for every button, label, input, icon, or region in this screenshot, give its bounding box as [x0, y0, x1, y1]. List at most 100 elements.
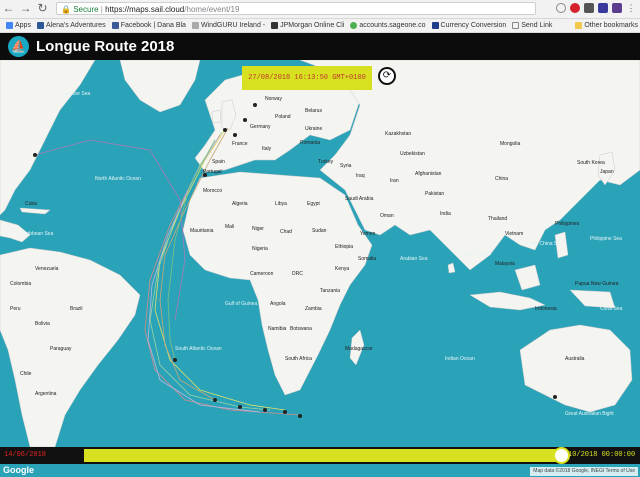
- boat-marker[interactable]: [243, 118, 247, 122]
- bookmark-item[interactable]: WindGURU Ireland -: [191, 22, 265, 29]
- bookmark-icon: [431, 22, 439, 29]
- country-label: Madagascar: [345, 346, 373, 352]
- country-label: Nigeria: [252, 246, 268, 252]
- country-label: Algeria: [232, 201, 248, 207]
- country-label: India: [440, 211, 451, 217]
- country-label: Germany: [250, 124, 271, 130]
- country-label: Japan: [600, 169, 614, 175]
- boat-marker[interactable]: [283, 410, 287, 414]
- boat-marker[interactable]: [298, 414, 302, 418]
- boat-marker[interactable]: [173, 358, 177, 362]
- sea-label: Arabian Sea: [400, 256, 428, 262]
- extension-icon[interactable]: [598, 3, 608, 13]
- country-label: Malaysia: [495, 261, 515, 267]
- sailboat-logo-icon[interactable]: ⛵: [8, 36, 29, 57]
- country-label: Ethiopia: [335, 244, 353, 250]
- url-path: /home/event/19: [184, 5, 240, 14]
- timeline-start: 14/06/2018 00:00:00: [4, 451, 47, 472]
- map-footer: Google Map data ©2018 Google, INEGI Term…: [0, 464, 640, 477]
- url-host: https://maps.sail.cloud: [105, 5, 185, 14]
- country-label: Philippines: [555, 221, 580, 227]
- bookmark-item[interactable]: Currency Conversion: [431, 22, 506, 29]
- country-label: Australia: [565, 356, 585, 362]
- boat-marker[interactable]: [238, 405, 242, 409]
- bookmark-item[interactable]: Facebook | Dana Bla: [111, 22, 186, 29]
- folder-icon: [575, 22, 583, 29]
- country-label: Romania: [300, 140, 320, 146]
- facebook-icon: [111, 22, 119, 29]
- country-label: Namibia: [268, 326, 287, 332]
- bookmark-item[interactable]: Send Link: [512, 22, 552, 29]
- bookmark-item[interactable]: Alena's Adventures: [36, 22, 106, 29]
- country-label: Botswana: [290, 326, 312, 332]
- country-label: Brazil: [70, 306, 83, 312]
- document-icon: [512, 22, 520, 29]
- sea-label: Great Australian Bight: [565, 411, 614, 417]
- sea-label: Gulf of Guinea: [225, 301, 257, 307]
- country-label: France: [232, 141, 248, 147]
- timeline-slider[interactable]: [84, 449, 564, 462]
- bookmark-item[interactable]: accounts.sageone.co: [350, 22, 426, 29]
- country-label: Sudan: [312, 228, 327, 234]
- google-logo[interactable]: Google: [3, 464, 34, 477]
- country-label: Iran: [390, 178, 399, 184]
- bookmark-apps[interactable]: Apps: [6, 22, 31, 29]
- sea-label: South Atlantic Ocean: [175, 346, 222, 352]
- boat-marker[interactable]: [253, 103, 257, 107]
- page-title: Longue Route 2018: [36, 38, 175, 55]
- country-label: Italy: [262, 146, 272, 152]
- country-label: Paraguay: [50, 346, 72, 352]
- sea-label: Bay of Bengal: [460, 251, 491, 257]
- replay-icon[interactable]: ⟳: [378, 67, 396, 85]
- country-label: Mauritania: [190, 228, 214, 234]
- boat-marker[interactable]: [553, 395, 557, 399]
- country-label: Venezuela: [35, 266, 59, 272]
- boat-marker[interactable]: [263, 408, 267, 412]
- bookmark-icon: [191, 22, 199, 29]
- forward-icon[interactable]: →: [19, 2, 32, 15]
- country-label: Pakistan: [425, 191, 444, 197]
- country-label: Belarus: [305, 108, 322, 114]
- country-label: Afghanistan: [415, 171, 442, 177]
- country-label: Papua New Guinea: [575, 281, 619, 287]
- country-label: Chile: [20, 371, 32, 377]
- url-input[interactable]: 🔒 Secure | https://maps.sail.cloud/home/…: [56, 2, 536, 15]
- secure-label: Secure: [73, 5, 99, 14]
- star-icon[interactable]: [556, 3, 566, 13]
- sea-label: Labrador Sea: [60, 91, 91, 97]
- boat-marker[interactable]: [213, 398, 217, 402]
- land-ireland: [211, 109, 222, 124]
- country-label: Morocco: [203, 188, 222, 194]
- map-attribution[interactable]: Map data ©2018 Google, INEGI Terms of Us…: [530, 467, 638, 476]
- country-label: Thailand: [488, 216, 507, 222]
- pinterest-icon[interactable]: [570, 3, 580, 13]
- extension-icon[interactable]: [584, 3, 594, 13]
- boat-marker[interactable]: [33, 153, 37, 157]
- boat-marker[interactable]: [223, 128, 227, 132]
- bookmark-item[interactable]: JPMorgan Online Cli: [271, 22, 344, 29]
- country-label: Kazakhstan: [385, 131, 411, 137]
- country-label: Mali: [225, 224, 234, 230]
- bookmark-icon: [36, 22, 44, 29]
- country-label: Mongolia: [500, 141, 521, 147]
- country-label: Kenya: [335, 266, 349, 272]
- country-label: Tanzania: [320, 288, 340, 294]
- world-map[interactable]: Labrador Sea North Atlantic Ocean Caribb…: [0, 60, 640, 447]
- bookmark-icon: [350, 22, 358, 29]
- map-view[interactable]: Labrador Sea North Atlantic Ocean Caribb…: [0, 60, 640, 447]
- country-label: Portugal: [203, 169, 222, 175]
- country-label: Niger: [252, 226, 264, 232]
- menu-icon[interactable]: ⋮: [626, 3, 636, 13]
- other-bookmarks[interactable]: Other bookmarks: [575, 22, 638, 29]
- reload-icon[interactable]: ↻: [36, 2, 49, 15]
- country-label: Iraq: [356, 173, 365, 179]
- country-label: Ukraine: [305, 126, 322, 132]
- boat-marker[interactable]: [233, 133, 237, 137]
- back-icon[interactable]: ←: [2, 2, 15, 15]
- country-label: Peru: [10, 306, 21, 312]
- country-label: Norway: [265, 96, 282, 102]
- country-label: Vietnam: [505, 231, 523, 237]
- sea-label: Caribbean Sea: [20, 231, 54, 237]
- country-label: Turkey: [318, 159, 334, 165]
- extension-icon[interactable]: [612, 3, 622, 13]
